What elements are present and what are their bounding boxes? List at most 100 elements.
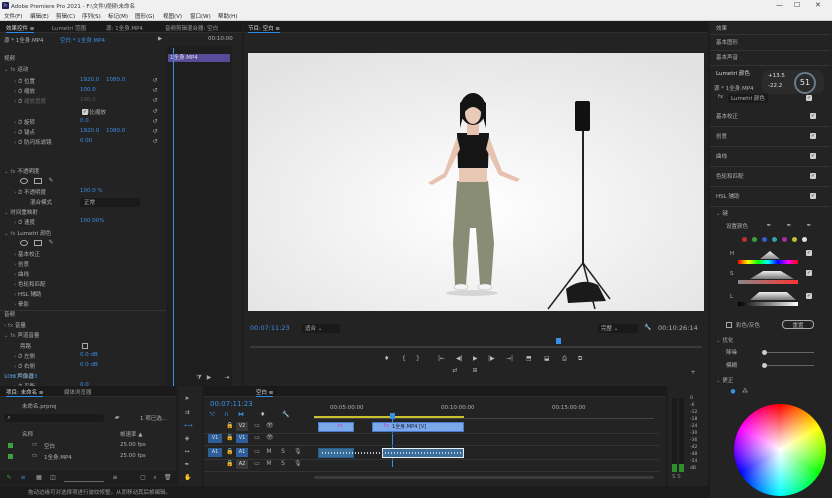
- mask-pen-icon[interactable]: ✎: [48, 178, 54, 184]
- sat-checkbox[interactable]: ✓: [806, 270, 812, 276]
- step-forward-icon[interactable]: |▶: [488, 355, 495, 362]
- tab-effects[interactable]: 效果: [716, 24, 727, 33]
- sync-lock-icon[interactable]: ▭: [254, 449, 260, 455]
- go-to-in-icon[interactable]: |←: [438, 355, 445, 362]
- new-item-icon[interactable]: ▢: [140, 475, 146, 481]
- minimize-button[interactable]: —: [776, 1, 783, 9]
- col-name-header[interactable]: 名称: [22, 430, 33, 439]
- menu-clip[interactable]: 剪辑(C): [56, 12, 75, 20]
- track-lock-icon[interactable]: 🔒: [226, 449, 233, 455]
- track-target[interactable]: A2: [236, 460, 248, 469]
- program-playhead[interactable]: [556, 338, 561, 344]
- channel-volume-label[interactable]: ⌄ fx 声道音量: [4, 331, 39, 340]
- reset-param-icon[interactable]: ↺: [152, 88, 158, 94]
- volume-label[interactable]: › fx 音量: [4, 321, 26, 330]
- blur-knob[interactable]: [762, 363, 767, 368]
- color-swatch[interactable]: [772, 237, 777, 242]
- eyedropper-add-icon[interactable]: ✒: [786, 223, 792, 229]
- motion-prop-value-1[interactable]: 0.0: [80, 118, 89, 127]
- sync-lock-icon[interactable]: ▭: [254, 461, 260, 467]
- zoom-slider[interactable]: [64, 481, 104, 482]
- speed-value[interactable]: 100.00%: [80, 218, 104, 227]
- track-select-tool-icon[interactable]: ⇉: [184, 410, 190, 416]
- track-lock-icon[interactable]: 🔒: [226, 461, 233, 467]
- lumetri-section-checkbox[interactable]: ✓: [810, 173, 816, 179]
- tab-audio-mixer[interactable]: 音频剪辑混合器: 空白: [165, 24, 218, 32]
- trash-icon[interactable]: 🗑: [164, 475, 172, 481]
- tab-media-browser[interactable]: 媒体浏览器: [64, 388, 92, 396]
- play-only-icon[interactable]: ▶: [206, 375, 212, 381]
- lumetri-mask-rect-icon[interactable]: [34, 240, 42, 246]
- correct-header[interactable]: ⌄ 更正: [716, 376, 733, 385]
- reset-button[interactable]: 重置: [782, 320, 814, 329]
- lumetri-section-item[interactable]: › 基本校正: [14, 250, 40, 259]
- sync-lock-icon[interactable]: ▭: [254, 435, 260, 441]
- export-frame-icon[interactable]: ⎙: [562, 355, 567, 363]
- color-swatch[interactable]: [792, 237, 797, 242]
- motion-prop-value-1[interactable]: 100.0: [80, 97, 96, 106]
- play-icon[interactable]: ▶: [473, 355, 478, 362]
- lumetri-section-checkbox[interactable]: ✓: [810, 193, 816, 199]
- key-header[interactable]: ⌄ 键: [716, 209, 728, 218]
- mask-ellipse-icon[interactable]: [20, 178, 28, 184]
- icon-view-icon[interactable]: ▦: [36, 475, 42, 481]
- color-swatch[interactable]: [762, 237, 767, 242]
- motion-prop-value-2[interactable]: 1080.0: [106, 77, 125, 86]
- sort-icon[interactable]: ≡: [112, 475, 118, 481]
- tab-essential-sound[interactable]: 基本声音: [716, 53, 738, 62]
- sat-gradient-bar[interactable]: [738, 280, 798, 284]
- linked-selection-icon[interactable]: ⧓: [238, 411, 244, 418]
- reset-param-icon[interactable]: ↺: [152, 119, 158, 125]
- freeform-view-icon[interactable]: ◫: [50, 475, 56, 481]
- blend-mode-select[interactable]: 正常: [80, 198, 140, 207]
- trim-view-icon[interactable]: ⇄: [452, 368, 458, 374]
- video-frame[interactable]: [248, 53, 704, 311]
- lumetri-fx-label[interactable]: ⌄ fx Lumetri 颜色: [4, 229, 51, 238]
- col-rate-header[interactable]: 帧速率 ▲: [120, 430, 142, 439]
- motion-prop-value-1[interactable]: 100.0: [80, 87, 96, 96]
- lumetri-fx-enable-checkbox[interactable]: ✓: [806, 95, 812, 101]
- step-back-icon[interactable]: ◀|: [456, 355, 463, 362]
- lum-checkbox[interactable]: ✓: [806, 293, 812, 299]
- color-swatch[interactable]: [802, 237, 807, 242]
- motion-prop-value-1[interactable]: 0.00: [80, 138, 92, 147]
- track-target[interactable]: V2: [236, 422, 248, 431]
- menu-file[interactable]: 文件(F): [4, 12, 22, 20]
- track-lock-icon[interactable]: 🔒: [226, 435, 233, 441]
- lumetri-section-checkbox[interactable]: ✓: [810, 113, 816, 119]
- tab-essential-graphics[interactable]: 基本图形: [716, 38, 738, 47]
- go-to-out-icon[interactable]: →|: [506, 355, 513, 362]
- tab-effect-controls[interactable]: 效果控件 ≡: [6, 24, 35, 33]
- lumetri-fx-toggle[interactable]: fx: [718, 94, 723, 103]
- track-source-patch[interactable]: A1: [208, 448, 222, 457]
- tab-lumetri-color[interactable]: Lumetri 颜色: [716, 69, 750, 78]
- color-gray-checkbox[interactable]: [726, 322, 732, 328]
- program-timecode[interactable]: 00:07:11:23: [250, 324, 290, 333]
- menu-sequence[interactable]: 序列(S): [82, 12, 101, 20]
- project-item-name[interactable]: 1全身.MP4: [44, 453, 72, 462]
- mark-in-icon[interactable]: {: [402, 355, 406, 362]
- hue-gradient-bar[interactable]: [738, 260, 798, 264]
- lum-range-marker[interactable]: [750, 292, 796, 300]
- button-editor-icon[interactable]: +: [690, 370, 696, 376]
- color-swatch[interactable]: [742, 237, 747, 242]
- export-icon[interactable]: ⇥: [224, 375, 230, 381]
- mic-icon[interactable]: 🎙: [294, 461, 302, 467]
- eyedropper-remove-icon[interactable]: ✒: [806, 223, 812, 229]
- filter-icon[interactable]: ⧩: [196, 375, 202, 381]
- extract-icon[interactable]: ⬓: [544, 355, 550, 362]
- lumetri-panel-section[interactable]: 创意: [716, 132, 727, 141]
- compare-view-icon[interactable]: ⧉: [578, 355, 582, 363]
- reset-param-icon[interactable]: ↺: [152, 78, 158, 84]
- blur-slider[interactable]: [764, 365, 814, 366]
- opacity-value[interactable]: 100.0 %: [80, 188, 103, 197]
- tab-timeline[interactable]: 空白 ≡: [256, 388, 274, 397]
- opacity-label[interactable]: ⌄ fx 不透明度: [4, 167, 39, 176]
- lumetri-section-item[interactable]: › 色轮和匹配: [14, 280, 45, 289]
- ripple-edit-tool-icon[interactable]: ⟷: [184, 423, 193, 429]
- lumetri-section-checkbox[interactable]: ✓: [810, 133, 816, 139]
- add-marker-tl-icon[interactable]: ♦: [260, 411, 265, 418]
- denoise-knob[interactable]: [762, 350, 767, 355]
- sat-range-marker[interactable]: [750, 271, 794, 279]
- eye-icon[interactable]: 👁: [266, 435, 274, 441]
